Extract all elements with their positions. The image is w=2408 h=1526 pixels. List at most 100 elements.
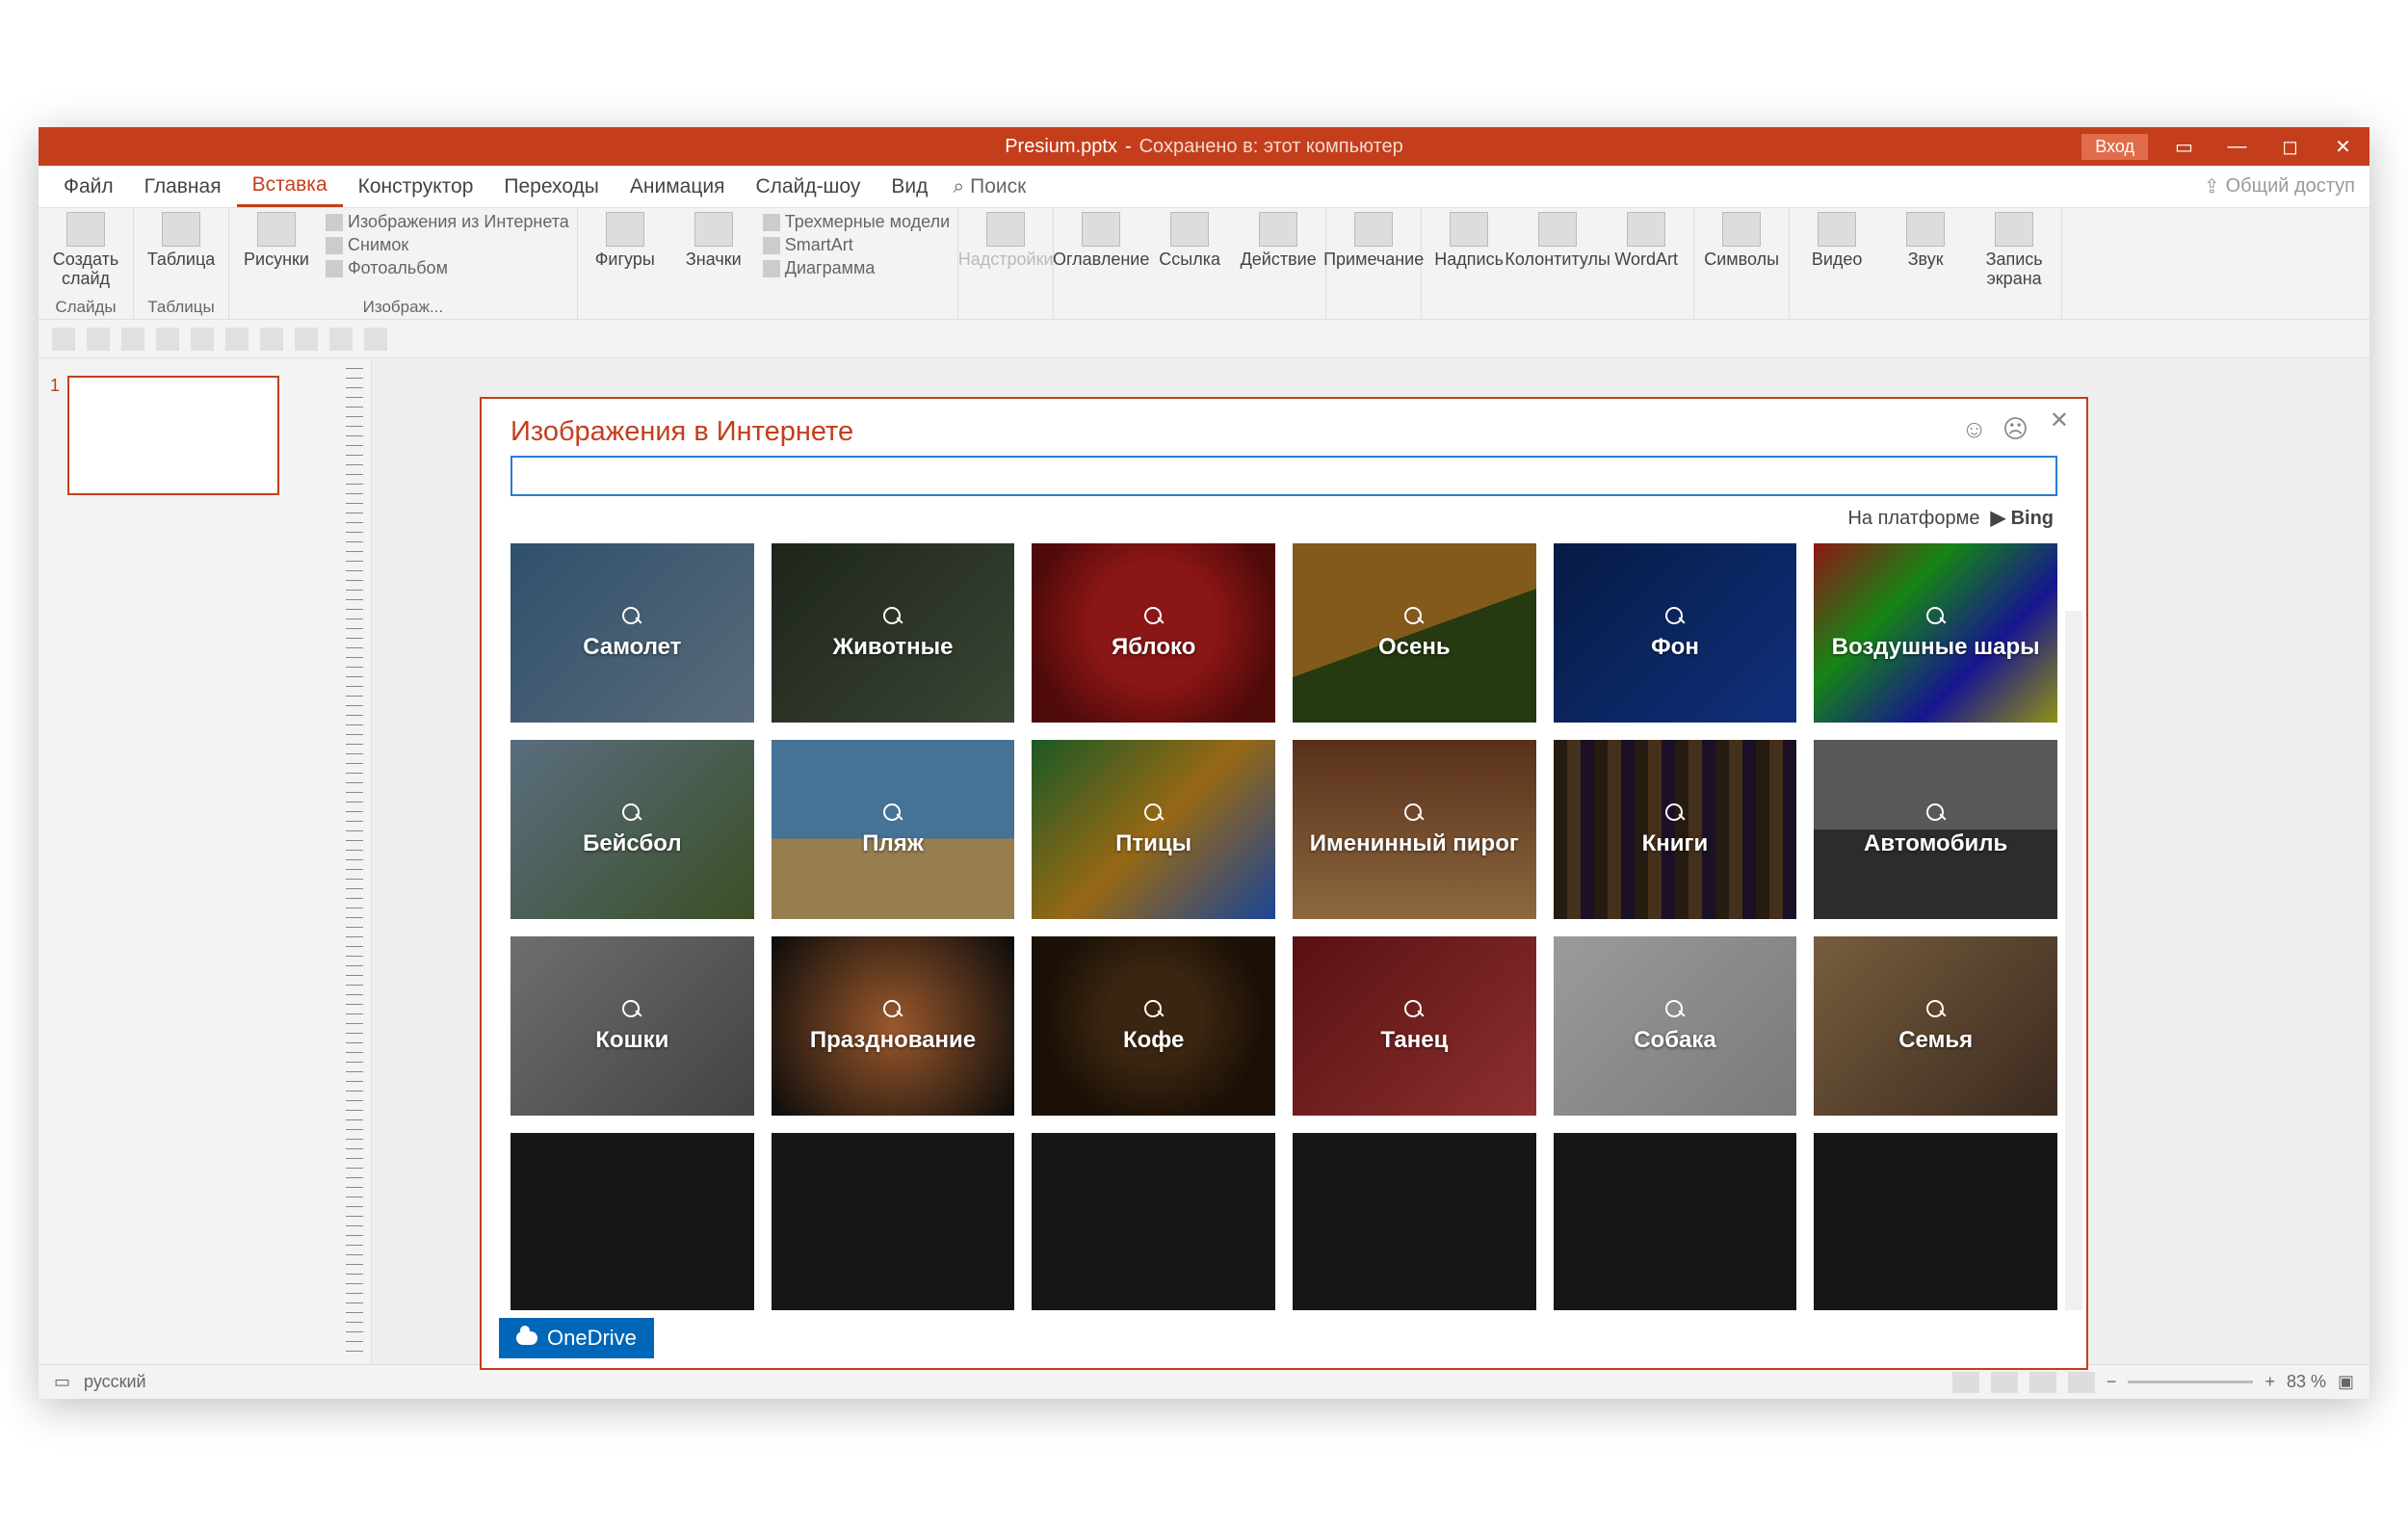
arrange-btn-1[interactable] <box>52 328 75 351</box>
category-tile-22[interactable] <box>1554 1133 1797 1310</box>
search-icon <box>620 605 643 628</box>
dialog-scrollbar[interactable] <box>2065 611 2082 1310</box>
smartart-button[interactable]: SmartArt <box>763 235 950 255</box>
fit-to-window-button[interactable]: ▣ <box>2338 1372 2354 1392</box>
category-tile-13[interactable]: Празднование <box>772 936 1015 1116</box>
link-button[interactable]: Ссылка <box>1150 212 1229 270</box>
zoom-level[interactable]: 83 % <box>2287 1372 2326 1392</box>
maximize-icon[interactable]: ◻ <box>2264 127 2316 166</box>
category-tile-14[interactable]: Кофе <box>1032 936 1275 1116</box>
category-tile-8[interactable]: Птицы <box>1032 740 1275 919</box>
addins-button[interactable]: Надстройки <box>966 212 1045 270</box>
header-footer-button[interactable]: Колонтитулы <box>1518 212 1597 270</box>
category-tile-3[interactable]: Осень <box>1293 543 1536 723</box>
arrange-btn-10[interactable] <box>364 328 387 351</box>
search-icon <box>881 802 904 825</box>
onedrive-button[interactable]: OneDrive <box>499 1318 654 1358</box>
minimize-icon[interactable]: — <box>2211 127 2264 166</box>
notes-icon[interactable]: ▭ <box>54 1372 70 1392</box>
tab-file[interactable]: Файл <box>48 166 129 207</box>
category-tile-20[interactable] <box>1032 1133 1275 1310</box>
category-tile-11[interactable]: Автомобиль <box>1814 740 2057 919</box>
category-label: Семья <box>1898 1027 1973 1054</box>
category-tile-18[interactable] <box>510 1133 754 1310</box>
tab-transitions[interactable]: Переходы <box>488 166 615 207</box>
photo-album-button[interactable]: Фотоальбом <box>326 258 569 278</box>
tab-view[interactable]: Вид <box>876 166 943 207</box>
image-search-input[interactable] <box>510 456 2057 496</box>
audio-button[interactable]: Звук <box>1886 212 1965 270</box>
icons-button[interactable]: Значки <box>674 212 753 270</box>
new-slide-button[interactable]: Создать слайд <box>46 212 125 289</box>
category-tile-19[interactable] <box>772 1133 1015 1310</box>
slide-thumbnail-1[interactable] <box>67 376 279 495</box>
language-indicator[interactable]: русский <box>84 1372 146 1392</box>
reading-view-button[interactable] <box>2029 1372 2056 1393</box>
online-pictures-dialog: Изображения в Интернете ☺ ☹ ✕ На платфор… <box>480 397 2088 1370</box>
zoom-slider[interactable] <box>2128 1381 2253 1383</box>
category-tile-12[interactable]: Кошки <box>510 936 754 1116</box>
arrange-btn-8[interactable] <box>295 328 318 351</box>
login-button[interactable]: Вход <box>2081 134 2148 160</box>
arrange-btn-9[interactable] <box>329 328 353 351</box>
category-tile-9[interactable]: Именинный пирог <box>1293 740 1536 919</box>
category-tile-6[interactable]: Бейсбол <box>510 740 754 919</box>
zoom-in-button[interactable]: + <box>2264 1372 2275 1392</box>
video-button[interactable]: Видео <box>1797 212 1876 270</box>
feedback-frown-icon[interactable]: ☹ <box>2002 414 2028 444</box>
symbols-button[interactable]: Символы <box>1702 212 1781 270</box>
action-button[interactable]: Действие <box>1239 212 1318 270</box>
dialog-close-button[interactable]: ✕ <box>2050 407 2069 434</box>
category-tile-4[interactable]: Фон <box>1554 543 1797 723</box>
category-tile-16[interactable]: Собака <box>1554 936 1797 1116</box>
wordart-button[interactable]: WordArt <box>1607 212 1686 270</box>
arrange-btn-5[interactable] <box>191 328 214 351</box>
globe-icon <box>326 214 343 231</box>
category-tile-2[interactable]: Яблоко <box>1032 543 1275 723</box>
pictures-button[interactable]: Рисунки <box>237 212 316 270</box>
group-label-slides: Слайды <box>46 298 125 317</box>
category-tile-10[interactable]: Книги <box>1554 740 1797 919</box>
category-tile-23[interactable] <box>1814 1133 2057 1310</box>
category-tile-5[interactable]: Воздушные шары <box>1814 543 2057 723</box>
screen-recording-button[interactable]: Запись экрана <box>1975 212 2054 289</box>
zoom-out-button[interactable]: − <box>2107 1372 2117 1392</box>
online-pictures-button[interactable]: Изображения из Интернета <box>326 212 569 232</box>
tab-design[interactable]: Конструктор <box>343 166 489 207</box>
audio-icon <box>1906 212 1945 247</box>
feedback-smile-icon[interactable]: ☺ <box>1961 414 1987 444</box>
category-tile-21[interactable] <box>1293 1133 1536 1310</box>
textbox-button[interactable]: Надпись <box>1429 212 1508 270</box>
comment-button[interactable]: Примечание <box>1334 212 1413 270</box>
sorter-view-button[interactable] <box>1991 1372 2018 1393</box>
arrange-btn-2[interactable] <box>87 328 110 351</box>
screenshot-button[interactable]: Снимок <box>326 235 569 255</box>
category-tile-1[interactable]: Животные <box>772 543 1015 723</box>
category-tile-15[interactable]: Танец <box>1293 936 1536 1116</box>
zoom-toc-button[interactable]: Оглавление <box>1061 212 1140 270</box>
3d-models-button[interactable]: Трехмерные модели <box>763 212 950 232</box>
arrange-btn-4[interactable] <box>156 328 179 351</box>
search-icon: ⌕ <box>953 175 964 198</box>
tab-home[interactable]: Главная <box>129 166 237 207</box>
table-button[interactable]: Таблица <box>142 212 221 270</box>
share-button[interactable]: ⇪ Общий доступ <box>2204 174 2355 198</box>
tell-me-search[interactable]: ⌕ Поиск <box>953 175 1026 198</box>
category-tile-0[interactable]: Самолет <box>510 543 754 723</box>
arrange-btn-3[interactable] <box>121 328 144 351</box>
search-icon <box>1924 998 1948 1021</box>
tab-animations[interactable]: Анимация <box>615 166 741 207</box>
tab-insert[interactable]: Вставка <box>237 166 343 207</box>
category-tile-17[interactable]: Семья <box>1814 936 2057 1116</box>
tab-slideshow[interactable]: Слайд-шоу <box>740 166 876 207</box>
chart-button[interactable]: Диаграмма <box>763 258 950 278</box>
ribbon-options-icon[interactable]: ▭ <box>2158 127 2211 166</box>
close-icon[interactable]: ✕ <box>2316 127 2369 166</box>
category-tile-7[interactable]: Пляж <box>772 740 1015 919</box>
shapes-button[interactable]: Фигуры <box>586 212 665 270</box>
category-label: Яблоко <box>1112 634 1195 661</box>
arrange-btn-6[interactable] <box>225 328 249 351</box>
arrange-btn-7[interactable] <box>260 328 283 351</box>
slideshow-view-button[interactable] <box>2068 1372 2095 1393</box>
normal-view-button[interactable] <box>1952 1372 1979 1393</box>
